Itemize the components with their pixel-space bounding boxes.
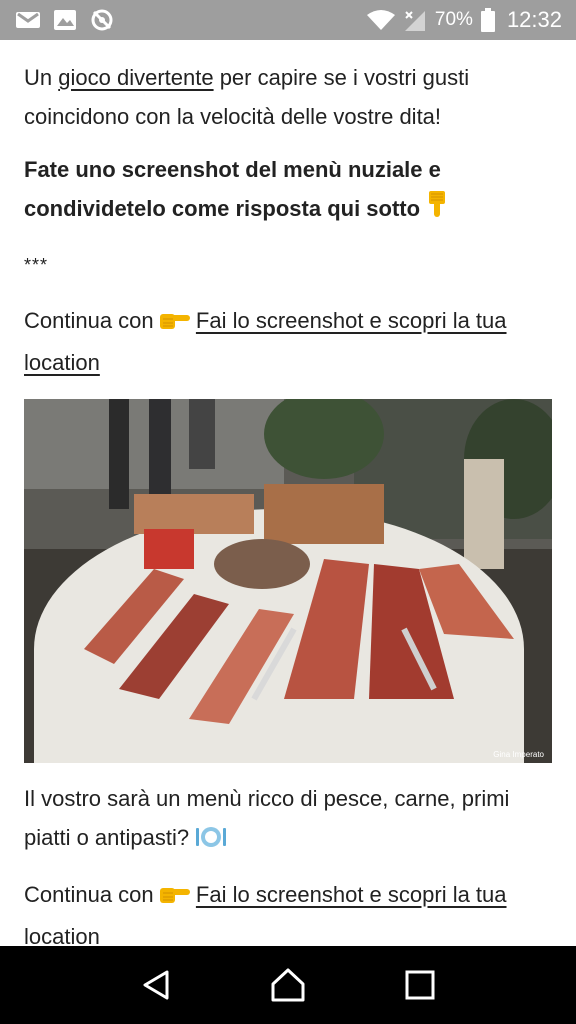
settings-off-icon <box>90 8 114 32</box>
home-button[interactable] <box>264 961 312 1009</box>
game-link[interactable]: gioco divertente <box>58 65 213 90</box>
recents-icon <box>405 970 435 1000</box>
intro-paragraph: Un gioco divertente per capire se i vost… <box>24 58 554 136</box>
image-icon <box>54 10 76 30</box>
continue-label: Continua con <box>24 308 154 333</box>
menu-question-paragraph: Il vostro sarà un menù ricco di pesce, c… <box>24 779 554 860</box>
home-icon <box>271 968 305 1002</box>
wifi-icon <box>366 9 395 31</box>
article-content: Un gioco divertente per capire se i vost… <box>24 40 554 946</box>
back-icon <box>143 970 169 1000</box>
signal-icon <box>403 9 427 31</box>
status-left <box>16 8 114 32</box>
separator-stars: *** <box>24 255 49 275</box>
instruction-paragraph: Fate uno screenshot del menù nuziale e c… <box>24 150 554 231</box>
plate-cutlery-icon <box>195 821 227 860</box>
clock: 12:32 <box>506 7 562 32</box>
gmail-icon <box>16 10 40 30</box>
navigation-bar <box>0 946 576 1024</box>
battery-percent: 70% <box>434 9 473 30</box>
instruction-text: Fate uno screenshot del menù nuziale e c… <box>24 157 441 221</box>
continue-paragraph-2: Continua con Fai lo screenshot e scopri … <box>24 875 554 946</box>
continue-label-2: Continua con <box>24 882 154 907</box>
pointing-right-icon-2 <box>159 878 190 917</box>
menu-question-text: Il vostro sarà un menù ricco di pesce, c… <box>24 786 510 850</box>
intro-text-start: Un <box>24 65 59 90</box>
status-bar: 70% 12:32 <box>0 0 576 40</box>
photo-credit: Gina Imperato <box>493 750 544 759</box>
battery-icon <box>480 8 495 32</box>
pointing-down-icon <box>426 191 448 231</box>
back-button[interactable] <box>132 961 180 1009</box>
continue-paragraph-1: Continua con Fai lo screenshot e scopri … <box>24 301 554 382</box>
pointing-right-icon <box>159 304 190 343</box>
recents-button[interactable] <box>396 961 444 1009</box>
buffet-photo[interactable]: Gina Imperato <box>24 399 552 763</box>
status-right: 70% 12:32 <box>366 7 562 33</box>
